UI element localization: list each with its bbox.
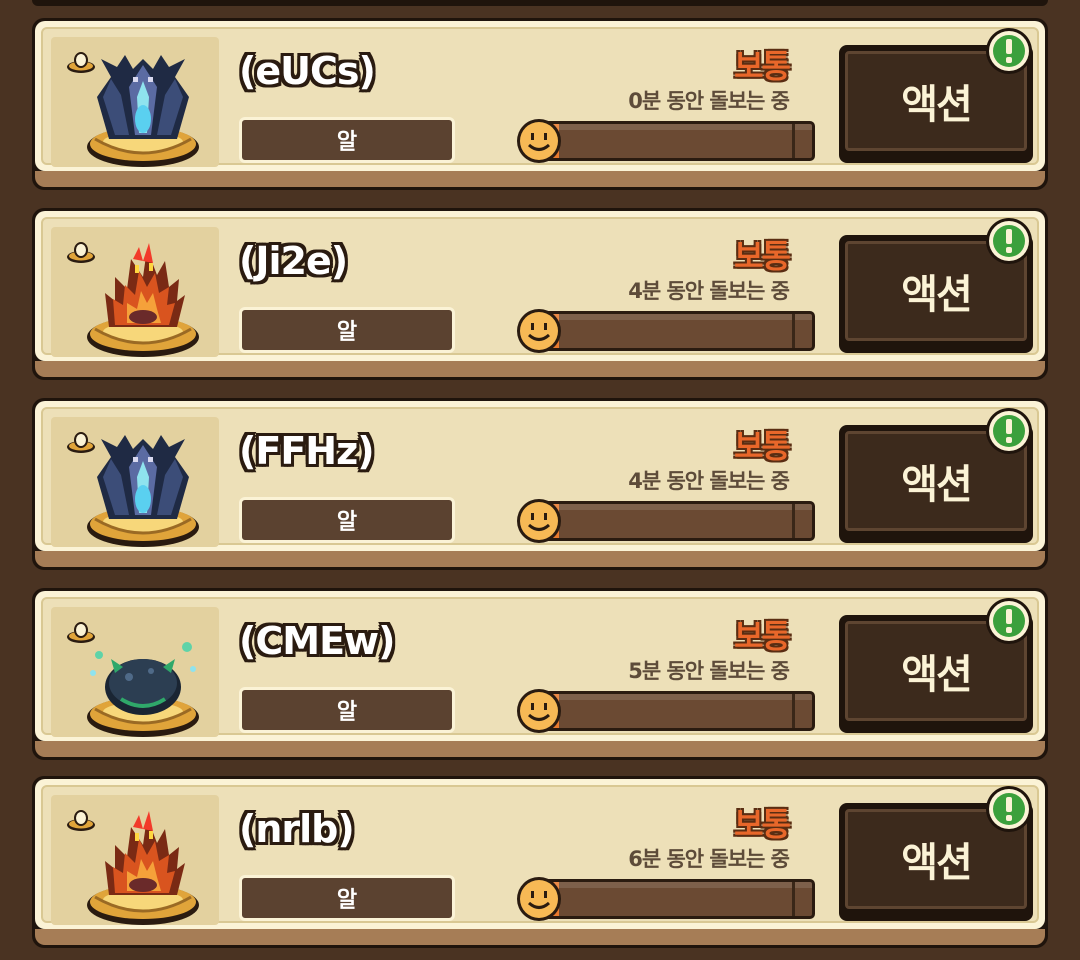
pet-card-face: (CMEw) 알 보통 5분 동안 돌보는 중 액션 bbox=[35, 591, 1045, 741]
pet-stage-badge: 알 bbox=[239, 875, 455, 921]
care-time-label: 6분 동안 돌보는 중 bbox=[628, 847, 790, 871]
action-button-label: 액션 bbox=[901, 272, 973, 318]
exclamation-alert-icon[interactable] bbox=[985, 407, 1033, 455]
pet-creature-image bbox=[81, 805, 205, 929]
pet-card-face: (Ji2e) 알 보통 4분 동안 돌보는 중 액션 bbox=[35, 211, 1045, 361]
nest-icon bbox=[65, 619, 97, 645]
pet-name: (eUCs) bbox=[239, 49, 376, 93]
pet-name: (nrlb) bbox=[239, 807, 355, 851]
nest-icon bbox=[65, 807, 97, 833]
pet-name: (CMEw) bbox=[239, 619, 395, 663]
action-button-label: 액션 bbox=[901, 462, 973, 508]
pet-card-inner: (Ji2e) 알 보통 4분 동안 돌보는 중 액션 bbox=[41, 217, 1039, 357]
pet-card-inner: (eUCs) 알 보통 0분 동안 돌보는 중 액션 bbox=[41, 27, 1039, 167]
pet-mood-label: 보통 bbox=[734, 805, 791, 843]
pet-stage-badge: 알 bbox=[239, 307, 455, 353]
nest-icon bbox=[65, 239, 97, 265]
pet-card-lip bbox=[35, 361, 1045, 377]
pet-stage-badge: 알 bbox=[239, 687, 455, 733]
progress-shine bbox=[546, 694, 812, 700]
pet-card-lip bbox=[35, 741, 1045, 757]
smiley-face-icon bbox=[515, 307, 563, 355]
progress-shine bbox=[546, 124, 812, 130]
nest-icon bbox=[65, 429, 97, 455]
smiley-face-icon bbox=[515, 875, 563, 923]
pet-card-lip bbox=[35, 551, 1045, 567]
previous-card-edge bbox=[32, 0, 1048, 6]
pet-card-face: (eUCs) 알 보통 0분 동안 돌보는 중 액션 bbox=[35, 21, 1045, 171]
progress-divider bbox=[792, 124, 795, 158]
pet-mood-label: 보통 bbox=[734, 617, 791, 655]
pet-thumbnail[interactable] bbox=[51, 37, 219, 167]
pet-thumbnail[interactable] bbox=[51, 417, 219, 547]
pet-stage-badge: 알 bbox=[239, 497, 455, 543]
pet-mood-label: 보통 bbox=[734, 237, 791, 275]
pet-name: (FFHz) bbox=[239, 429, 375, 473]
pet-card: (FFHz) 알 보통 4분 동안 돌보는 중 액션 bbox=[32, 398, 1048, 570]
smiley-face-icon bbox=[515, 687, 563, 735]
pet-mood-label: 보통 bbox=[734, 47, 791, 85]
pet-creature-image bbox=[81, 47, 205, 171]
pet-creature-image bbox=[81, 237, 205, 361]
pet-creature-image bbox=[81, 617, 205, 741]
pet-card-inner: (nrlb) 알 보통 6분 동안 돌보는 중 액션 bbox=[41, 785, 1039, 925]
pet-stage-label: 알 bbox=[336, 888, 358, 913]
care-progress-bar bbox=[543, 501, 815, 541]
pet-card: (nrlb) 알 보통 6분 동안 돌보는 중 액션 bbox=[32, 776, 1048, 948]
progress-shine bbox=[546, 504, 812, 510]
care-time-label: 5분 동안 돌보는 중 bbox=[628, 659, 790, 683]
action-button-label: 액션 bbox=[901, 652, 973, 698]
pet-stage-label: 알 bbox=[336, 510, 358, 535]
action-button-label: 액션 bbox=[901, 82, 973, 128]
care-time-label: 0분 동안 돌보는 중 bbox=[628, 89, 790, 113]
care-progress-bar bbox=[543, 311, 815, 351]
pet-stage-label: 알 bbox=[336, 320, 358, 345]
exclamation-alert-icon[interactable] bbox=[985, 597, 1033, 645]
pet-mood-label: 보통 bbox=[734, 427, 791, 465]
pet-stage-badge: 알 bbox=[239, 117, 455, 163]
progress-shine bbox=[546, 314, 812, 320]
action-button-label: 액션 bbox=[901, 840, 973, 886]
exclamation-alert-icon[interactable] bbox=[985, 217, 1033, 265]
pet-creature-image bbox=[81, 427, 205, 551]
pet-card-lip bbox=[35, 171, 1045, 187]
pet-card: (Ji2e) 알 보통 4분 동안 돌보는 중 액션 bbox=[32, 208, 1048, 380]
care-time-label: 4분 동안 돌보는 중 bbox=[628, 469, 790, 493]
progress-divider bbox=[792, 314, 795, 348]
pet-stage-label: 알 bbox=[336, 130, 358, 155]
pet-card-inner: (FFHz) 알 보통 4분 동안 돌보는 중 액션 bbox=[41, 407, 1039, 547]
pet-card-face: (FFHz) 알 보통 4분 동안 돌보는 중 액션 bbox=[35, 401, 1045, 551]
exclamation-alert-icon[interactable] bbox=[985, 785, 1033, 833]
pet-card: (CMEw) 알 보통 5분 동안 돌보는 중 액션 bbox=[32, 588, 1048, 760]
smiley-face-icon bbox=[515, 117, 563, 165]
progress-divider bbox=[792, 504, 795, 538]
pet-card-lip bbox=[35, 929, 1045, 945]
pet-thumbnail[interactable] bbox=[51, 795, 219, 925]
pet-name: (Ji2e) bbox=[239, 239, 348, 283]
smiley-face-icon bbox=[515, 497, 563, 545]
pet-card: (eUCs) 알 보통 0분 동안 돌보는 중 액션 bbox=[32, 18, 1048, 190]
progress-shine bbox=[546, 882, 812, 888]
pet-card-face: (nrlb) 알 보통 6분 동안 돌보는 중 액션 bbox=[35, 779, 1045, 929]
care-progress-bar bbox=[543, 121, 815, 161]
progress-divider bbox=[792, 694, 795, 728]
nest-icon bbox=[65, 49, 97, 75]
pet-thumbnail[interactable] bbox=[51, 227, 219, 357]
care-time-label: 4분 동안 돌보는 중 bbox=[628, 279, 790, 303]
exclamation-alert-icon[interactable] bbox=[985, 27, 1033, 75]
progress-divider bbox=[792, 882, 795, 916]
care-progress-bar bbox=[543, 879, 815, 919]
care-progress-bar bbox=[543, 691, 815, 731]
pet-card-inner: (CMEw) 알 보통 5분 동안 돌보는 중 액션 bbox=[41, 597, 1039, 737]
pet-thumbnail[interactable] bbox=[51, 607, 219, 737]
pet-stage-label: 알 bbox=[336, 700, 358, 725]
